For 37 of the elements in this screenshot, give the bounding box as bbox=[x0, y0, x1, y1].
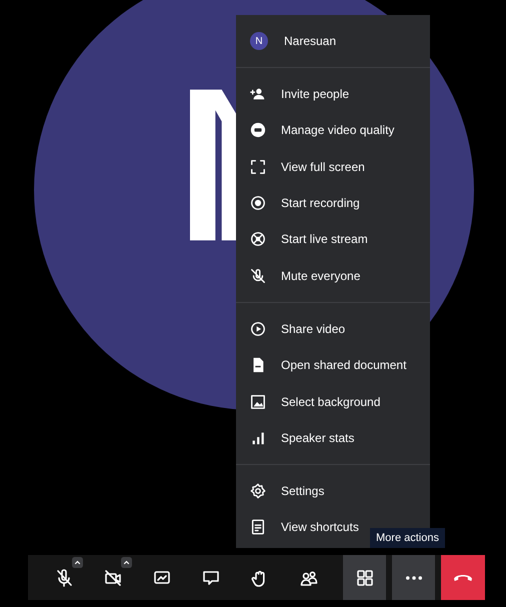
play-circle-icon bbox=[250, 320, 266, 337]
fullscreen-icon bbox=[250, 158, 266, 175]
keyboard-icon bbox=[250, 519, 266, 536]
menu-item[interactable]: Start recording bbox=[236, 184, 430, 222]
menu-item[interactable]: Invite people bbox=[236, 76, 430, 112]
screen-share-icon bbox=[153, 568, 172, 586]
menu-item[interactable]: Mute everyone bbox=[236, 257, 430, 294]
invite-person-icon bbox=[250, 86, 266, 102]
menu-item[interactable]: Manage video quality bbox=[236, 112, 430, 149]
menu-item[interactable]: Start live stream bbox=[236, 221, 430, 258]
menu-item[interactable]: Settings bbox=[236, 472, 430, 510]
image-icon bbox=[250, 394, 266, 410]
caret-icon[interactable] bbox=[120, 557, 132, 568]
menu-item[interactable]: Speaker stats bbox=[236, 420, 430, 456]
record-icon bbox=[250, 195, 266, 212]
user-name: Naresuan bbox=[284, 34, 336, 48]
participants-icon bbox=[300, 568, 318, 586]
mic-off-icon bbox=[55, 568, 74, 586]
tooltip: More actions bbox=[370, 528, 445, 548]
menu-item[interactable]: View full screen bbox=[236, 148, 430, 185]
caret-icon[interactable] bbox=[72, 557, 83, 568]
menu-item[interactable]: Share video bbox=[236, 310, 430, 348]
camera-off-icon bbox=[104, 568, 122, 586]
bar-chart-icon bbox=[250, 430, 266, 446]
settings-icon bbox=[250, 483, 266, 500]
chat-icon bbox=[202, 568, 220, 586]
live-stream-icon bbox=[250, 231, 266, 248]
menu-item[interactable]: Open shared document bbox=[236, 347, 430, 384]
hang-up-button[interactable] bbox=[441, 555, 485, 600]
more-icon bbox=[406, 576, 422, 580]
tile-view-icon bbox=[356, 568, 374, 586]
mute-all-icon bbox=[250, 268, 266, 284]
user-avatar: N bbox=[250, 32, 268, 50]
hang-up-icon bbox=[454, 574, 472, 580]
video-quality-icon bbox=[250, 122, 266, 138]
menu-item[interactable]: Select background bbox=[236, 383, 430, 420]
tile-view-button[interactable] bbox=[343, 555, 386, 600]
